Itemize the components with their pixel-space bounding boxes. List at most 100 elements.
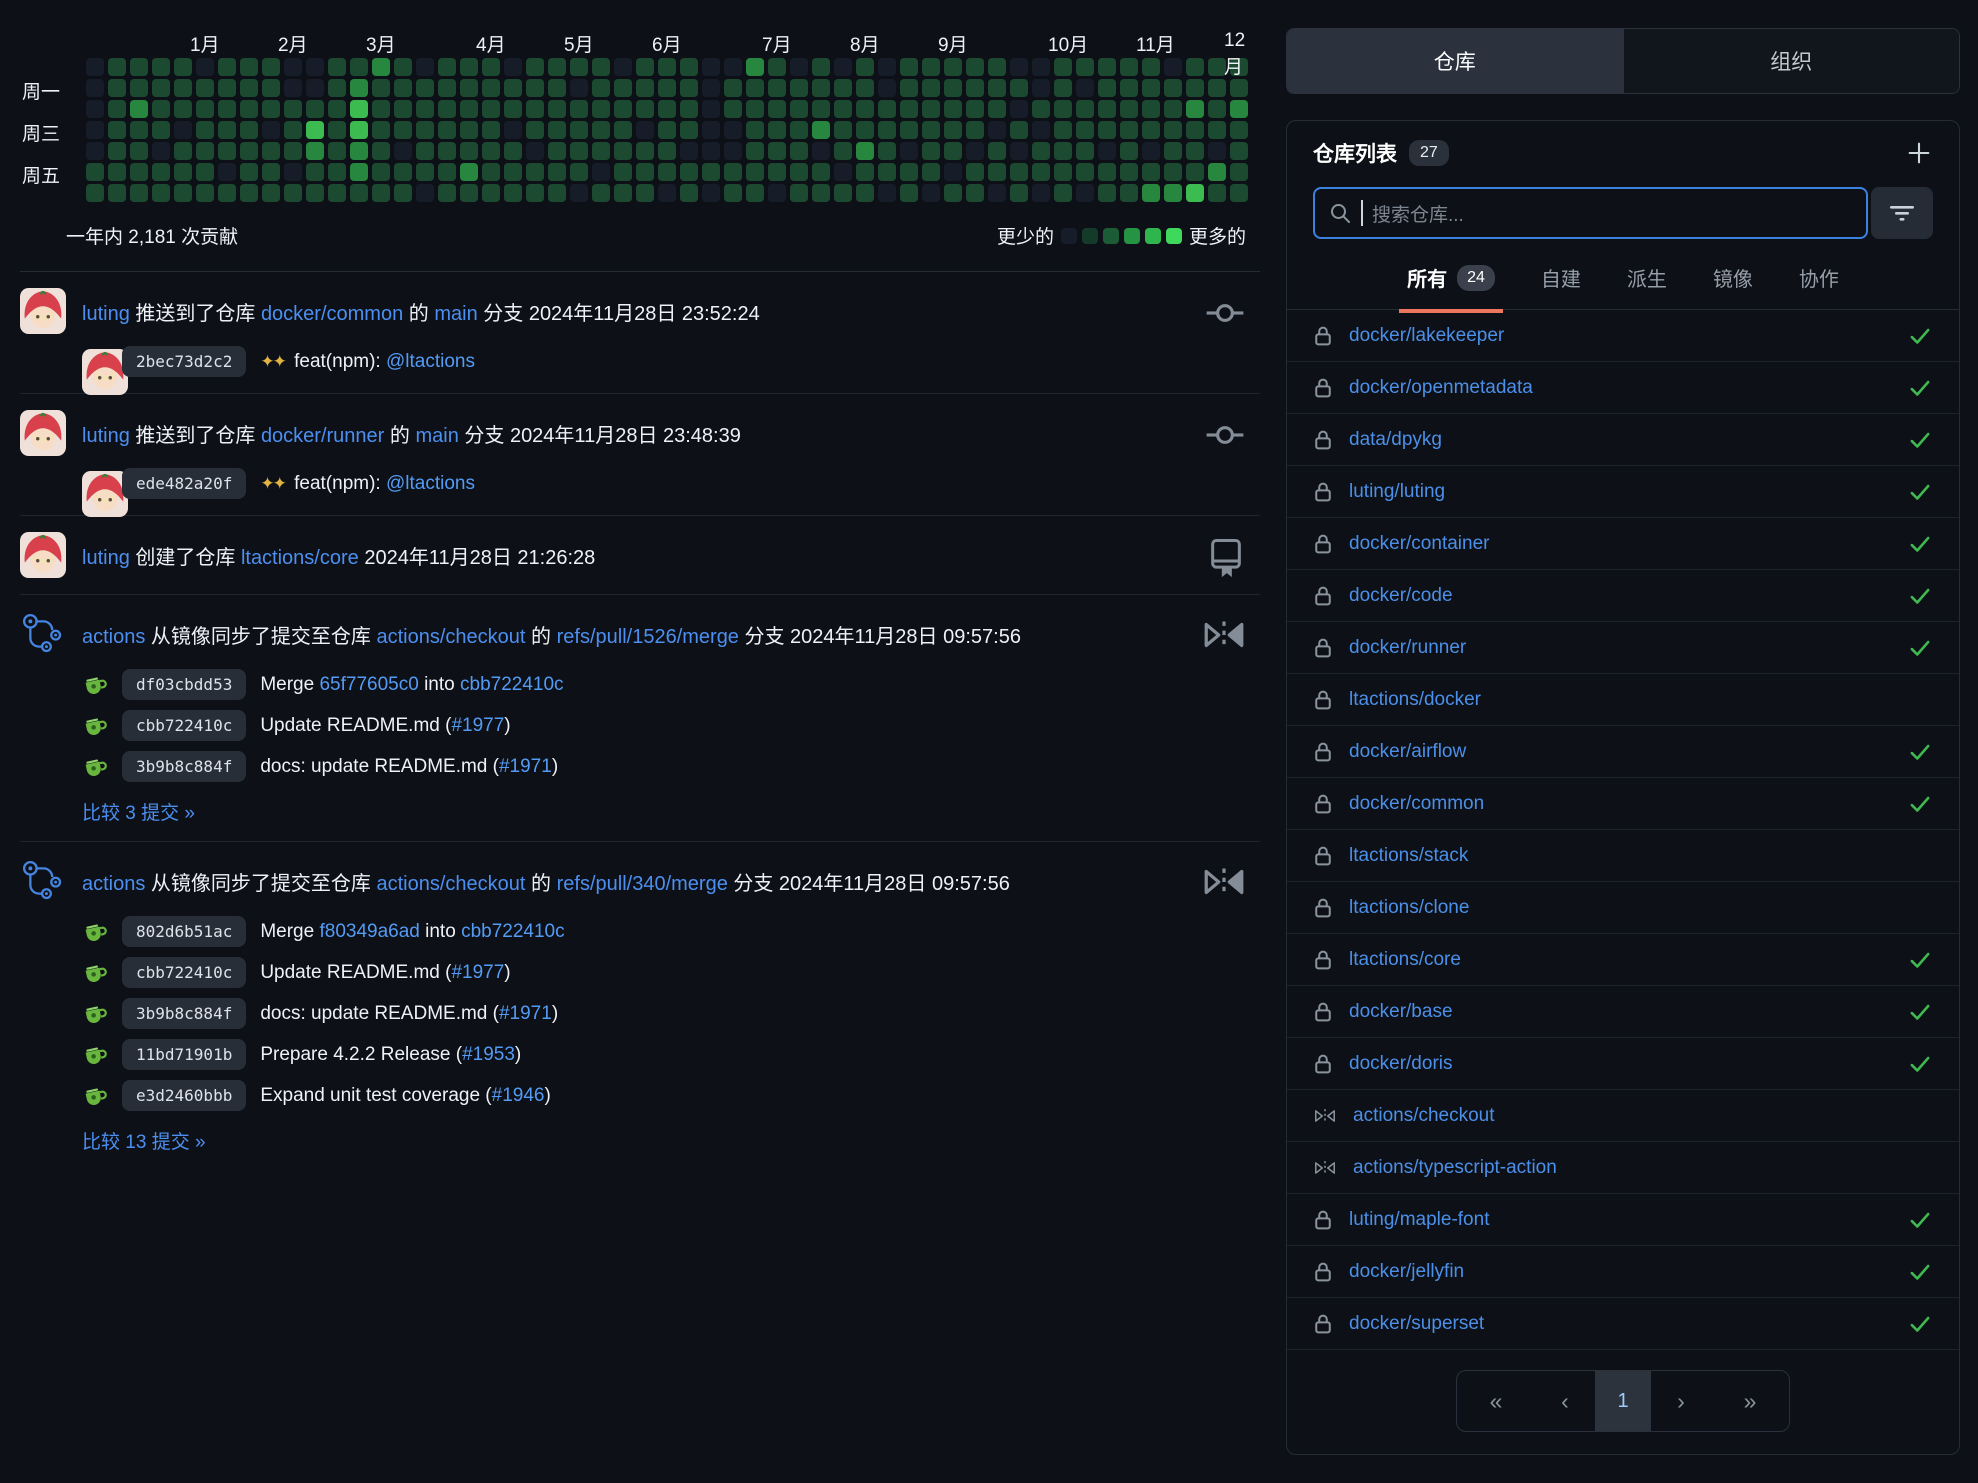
repo-link[interactable]: actions/checkout — [1353, 1105, 1495, 1127]
heatmap-cell — [790, 79, 808, 97]
filter-button[interactable] — [1871, 187, 1933, 239]
repo-link[interactable]: docker/container — [1349, 533, 1489, 555]
heatmap-cell — [174, 121, 192, 139]
feed-link[interactable]: ltactions/core — [241, 547, 359, 569]
feed-link[interactable]: main — [434, 303, 477, 325]
gitea-teacup-icon — [82, 919, 108, 945]
repo-link[interactable]: docker/base — [1349, 1001, 1453, 1023]
weekday-label: 周一 — [22, 77, 60, 104]
legend-square — [1082, 228, 1098, 244]
repo-link[interactable]: docker/airflow — [1349, 741, 1466, 763]
gitea-teacup-icon — [82, 1042, 108, 1068]
commit-hash-link[interactable]: 3b9b8c884f — [122, 998, 246, 1029]
feed-link[interactable]: actions — [82, 626, 145, 648]
commit-message-link[interactable]: #1971 — [499, 1003, 552, 1024]
feed-link[interactable]: docker/common — [261, 303, 403, 325]
repo-link[interactable]: ltactions/core — [1349, 949, 1461, 971]
commit-message-link[interactable]: f80349a6ad — [319, 921, 419, 942]
commit-hash-link[interactable]: df03cbdd53 — [122, 669, 246, 700]
commit-message-link[interactable]: cbb722410c — [461, 921, 565, 942]
current-page[interactable]: 1 — [1595, 1371, 1651, 1431]
legend-square — [1145, 228, 1161, 244]
commit-message-link[interactable]: 65f77605c0 — [319, 674, 418, 695]
heatmap-cell — [1076, 58, 1094, 76]
feed-link[interactable]: actions/checkout — [377, 873, 526, 895]
commit-message-link[interactable]: #1946 — [492, 1085, 545, 1106]
commit-hash-link[interactable]: 2bec73d2c2 — [122, 346, 246, 377]
heatmap-cell — [372, 163, 390, 181]
filter-tab-镜像[interactable]: 镜像 — [1713, 263, 1753, 292]
commit-message-link[interactable]: cbb722410c — [460, 674, 564, 695]
heatmap-cell — [548, 58, 566, 76]
repo-link[interactable]: docker/common — [1349, 793, 1484, 815]
commit-hash-link[interactable]: e3d2460bbb — [122, 1080, 246, 1111]
feed-link[interactable]: luting — [82, 303, 130, 325]
repo-link[interactable]: docker/code — [1349, 585, 1453, 607]
feed-link[interactable]: actions — [82, 873, 145, 895]
repo-link[interactable]: docker/doris — [1349, 1053, 1453, 1075]
prev-page-button[interactable]: ‹ — [1535, 1371, 1595, 1431]
heatmap-cell — [1230, 79, 1248, 97]
repo-link[interactable]: luting/maple-font — [1349, 1209, 1489, 1231]
last-page-button[interactable]: » — [1711, 1371, 1789, 1431]
repo-link[interactable]: ltactions/stack — [1349, 845, 1468, 867]
repo-link[interactable]: docker/lakekeeper — [1349, 325, 1504, 347]
heatmap-cell — [680, 100, 698, 118]
heatmap-cell — [944, 100, 962, 118]
commit-hash-link[interactable]: ede482a20f — [122, 468, 246, 499]
add-repo-button[interactable] — [1905, 139, 1933, 167]
commit-hash-link[interactable]: cbb722410c — [122, 710, 246, 741]
compare-commits-link[interactable]: 比较 3 提交 » — [82, 798, 195, 825]
tab-organizations[interactable]: 组织 — [1623, 29, 1960, 93]
feed-link[interactable]: main — [415, 425, 458, 447]
heatmap-cell — [966, 58, 984, 76]
commit-hash-link[interactable]: 3b9b8c884f — [122, 751, 246, 782]
tab-repositories[interactable]: 仓库 — [1287, 29, 1623, 93]
search-input[interactable]: 搜索仓库... — [1313, 187, 1868, 239]
commit-message-link[interactable]: @ltactions — [386, 473, 475, 494]
repo-link[interactable]: docker/superset — [1349, 1313, 1484, 1335]
commit-row: 11bd71901bPrepare 4.2.2 Release (#1953) — [82, 1039, 1260, 1070]
repo-link[interactable]: docker/openmetadata — [1349, 377, 1533, 399]
filter-tab-自建[interactable]: 自建 — [1541, 263, 1581, 292]
feed-link[interactable]: luting — [82, 547, 130, 569]
commit-message-link[interactable]: #1971 — [499, 756, 552, 777]
compare-commits-link[interactable]: 比较 13 提交 » — [82, 1127, 206, 1154]
repo-link[interactable]: ltactions/docker — [1349, 689, 1481, 711]
repo-link[interactable]: actions/typescript-action — [1353, 1157, 1557, 1179]
next-page-button[interactable]: › — [1651, 1371, 1711, 1431]
repo-link[interactable]: docker/runner — [1349, 637, 1466, 659]
repo-link[interactable]: data/dpykg — [1349, 429, 1442, 451]
commit-hash-link[interactable]: 802d6b51ac — [122, 916, 246, 947]
feed-link[interactable]: docker/runner — [261, 425, 384, 447]
heatmap-cell — [922, 79, 940, 97]
repo-link[interactable]: docker/jellyfin — [1349, 1261, 1464, 1283]
commit-message-link[interactable]: @ltactions — [386, 351, 475, 372]
commit-hash-link[interactable]: 11bd71901b — [122, 1039, 246, 1070]
repo-link[interactable]: luting/luting — [1349, 481, 1445, 503]
heatmap-cell — [636, 184, 654, 202]
feed-link[interactable]: refs/pull/340/merge — [557, 873, 728, 895]
heatmap-cell — [1230, 100, 1248, 118]
heatmap-cell — [724, 58, 742, 76]
filter-tab-协作[interactable]: 协作 — [1799, 263, 1839, 292]
heatmap-cell — [614, 163, 632, 181]
filter-tab-派生[interactable]: 派生 — [1627, 263, 1667, 292]
repo-link[interactable]: ltactions/clone — [1349, 897, 1469, 919]
filter-tab-所有[interactable]: 所有24 — [1407, 263, 1495, 292]
heatmap-cell — [284, 184, 302, 202]
heatmap-cell — [944, 142, 962, 160]
heatmap-cell — [350, 58, 368, 76]
repo-row: actions/typescript-action — [1287, 1142, 1959, 1194]
heatmap-cell — [1142, 163, 1160, 181]
first-page-button[interactable]: « — [1457, 1371, 1535, 1431]
commit-message-link[interactable]: #1977 — [451, 962, 504, 983]
feed-link[interactable]: actions/checkout — [377, 626, 526, 648]
commit-message-link[interactable]: #1953 — [462, 1044, 515, 1065]
commit-message-link[interactable]: #1977 — [451, 715, 504, 736]
feed-link[interactable]: refs/pull/1526/merge — [557, 626, 739, 648]
heatmap-cell — [1098, 121, 1116, 139]
heatmap-cell — [108, 58, 126, 76]
feed-link[interactable]: luting — [82, 425, 130, 447]
commit-hash-link[interactable]: cbb722410c — [122, 957, 246, 988]
